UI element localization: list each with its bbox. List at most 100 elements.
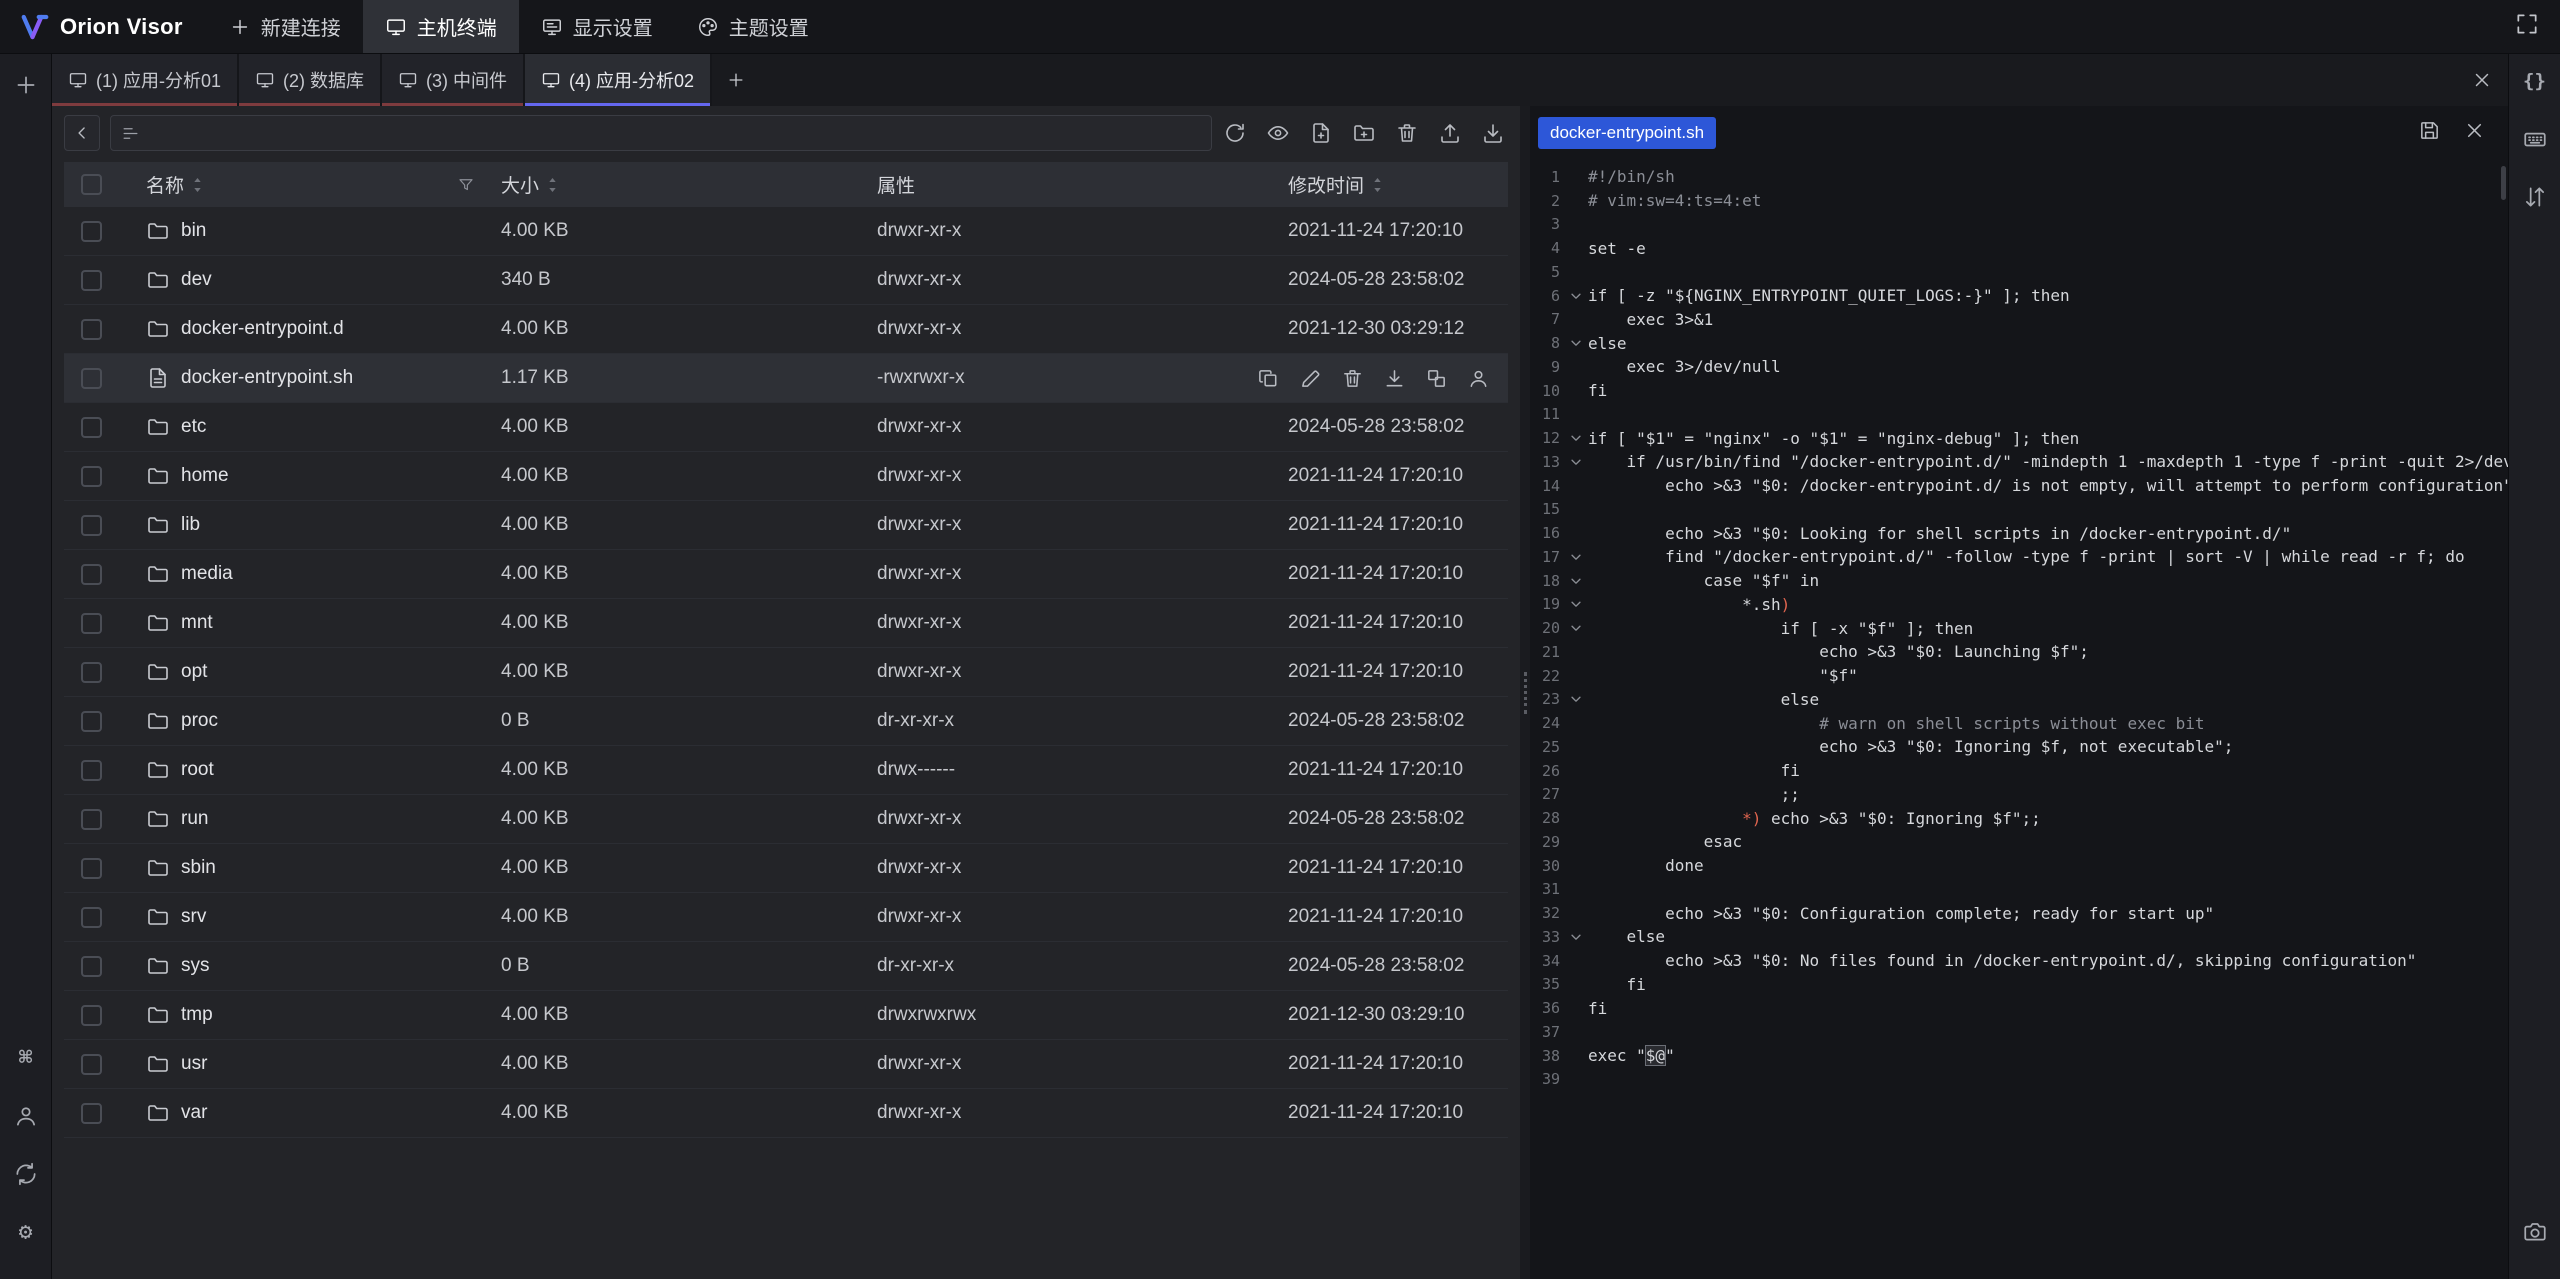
keyboard-button[interactable] (2518, 122, 2552, 156)
back-button[interactable] (64, 115, 100, 151)
fold-chevron-icon[interactable] (1564, 574, 1588, 588)
row-checkbox[interactable] (81, 368, 102, 389)
nav-item-host-terminal[interactable]: 主机终端 (363, 0, 519, 53)
move-button[interactable] (1424, 366, 1448, 390)
edit-button[interactable] (1298, 366, 1322, 390)
session-tab-1[interactable]: (1) 应用-分析01 (52, 54, 239, 106)
row-checkbox[interactable] (81, 907, 102, 928)
directory-list-icon[interactable] (121, 124, 140, 143)
table-row[interactable]: srv4.00 KBdrwxr-xr-x2021-11-24 17:20:10 (64, 893, 1508, 942)
column-header-time[interactable]: 修改时间 (1288, 171, 1508, 198)
new-file-button[interactable] (1308, 120, 1334, 146)
new-folder-button[interactable] (1351, 120, 1377, 146)
nav-item-theme-settings[interactable]: 主题设置 (675, 0, 831, 53)
download-button[interactable] (1480, 120, 1506, 146)
panel-splitter[interactable] (1520, 106, 1530, 1279)
refresh-button[interactable] (1222, 120, 1248, 146)
session-tab-3[interactable]: (3) 中间件 (382, 54, 525, 106)
row-checkbox[interactable] (81, 270, 102, 291)
fold-chevron-icon[interactable] (1564, 289, 1588, 303)
fullscreen-button[interactable] (2514, 11, 2540, 42)
column-header-size[interactable]: 大小 (501, 171, 877, 198)
preview-button[interactable] (1265, 120, 1291, 146)
path-input[interactable] (148, 123, 1201, 144)
session-tab-4[interactable]: (4) 应用-分析02 (525, 54, 712, 106)
table-row[interactable]: docker-entrypoint.sh1.17 KB-rwxrwxr-x (64, 354, 1508, 403)
close-editor-button[interactable] (2463, 119, 2486, 147)
table-row[interactable]: media4.00 KBdrwxr-xr-x2021-11-24 17:20:1… (64, 550, 1508, 599)
row-checkbox[interactable] (81, 417, 102, 438)
fold-chevron-icon[interactable] (1564, 336, 1588, 350)
fold-chevron-icon[interactable] (1564, 455, 1588, 469)
row-checkbox[interactable] (81, 956, 102, 977)
user-button[interactable] (9, 1099, 43, 1133)
download-button[interactable] (1382, 366, 1406, 390)
delete-button[interactable] (1340, 366, 1364, 390)
table-row[interactable]: home4.00 KBdrwxr-xr-x2021-11-24 17:20:10 (64, 452, 1508, 501)
select-all-checkbox[interactable] (81, 174, 102, 195)
nav-item-display-settings[interactable]: 显示设置 (519, 0, 675, 53)
sort-icon[interactable] (191, 175, 204, 195)
add-tab-button[interactable] (712, 54, 760, 106)
close-panel-button[interactable] (2456, 54, 2508, 106)
table-row[interactable]: opt4.00 KBdrwxr-xr-x2021-11-24 17:20:10 (64, 648, 1508, 697)
table-row[interactable]: root4.00 KBdrwx------2021-11-24 17:20:10 (64, 746, 1508, 795)
fold-chevron-icon[interactable] (1564, 550, 1588, 564)
nav-item-new-connection[interactable]: 新建连接 (207, 0, 363, 53)
screenshot-button[interactable] (2518, 1215, 2552, 1249)
table-row[interactable]: var4.00 KBdrwxr-xr-x2021-11-24 17:20:10 (64, 1089, 1508, 1138)
row-checkbox[interactable] (81, 466, 102, 487)
upload-button[interactable] (1437, 120, 1463, 146)
table-row[interactable]: dev340 Bdrwxr-xr-x2024-05-28 23:58:02 (64, 256, 1508, 305)
table-row[interactable]: etc4.00 KBdrwxr-xr-x2024-05-28 23:58:02 (64, 403, 1508, 452)
settings-button[interactable]: ⚙ (9, 1215, 43, 1249)
table-row[interactable]: run4.00 KBdrwxr-xr-x2024-05-28 23:58:02 (64, 795, 1508, 844)
row-checkbox[interactable] (81, 613, 102, 634)
new-session-button[interactable] (9, 68, 43, 102)
fold-chevron-icon[interactable] (1564, 431, 1588, 445)
row-checkbox[interactable] (81, 858, 102, 879)
row-checkbox[interactable] (81, 1103, 102, 1124)
save-button[interactable] (2418, 119, 2441, 147)
row-checkbox[interactable] (81, 760, 102, 781)
fold-chevron-icon[interactable] (1564, 692, 1588, 706)
table-row[interactable]: tmp4.00 KBdrwxrwxrwx2021-12-30 03:29:10 (64, 991, 1508, 1040)
row-checkbox[interactable] (81, 1005, 102, 1026)
table-row[interactable]: usr4.00 KBdrwxr-xr-x2021-11-24 17:20:10 (64, 1040, 1508, 1089)
sync-button[interactable] (9, 1157, 43, 1191)
table-row[interactable]: bin4.00 KBdrwxr-xr-x2021-11-24 17:20:10 (64, 207, 1508, 256)
row-checkbox[interactable] (81, 564, 102, 585)
brand[interactable]: Orion Visor (0, 0, 207, 53)
editor-file-tab[interactable]: docker-entrypoint.sh (1538, 117, 1716, 149)
row-checkbox[interactable] (81, 319, 102, 340)
session-tab-2[interactable]: (2) 数据库 (239, 54, 382, 106)
sort-icon[interactable] (1371, 175, 1384, 195)
row-checkbox[interactable] (81, 515, 102, 536)
fold-chevron-icon[interactable] (1564, 621, 1588, 635)
delete-button[interactable] (1394, 120, 1420, 146)
table-row[interactable]: sbin4.00 KBdrwxr-xr-x2021-11-24 17:20:10 (64, 844, 1508, 893)
permission-button[interactable] (1466, 366, 1490, 390)
sort-icon[interactable] (546, 175, 559, 195)
swap-vertical-button[interactable] (2518, 180, 2552, 214)
scrollbar-thumb[interactable] (2501, 166, 2506, 200)
command-button[interactable]: ⌘ (9, 1041, 43, 1075)
code-area[interactable]: 1#!/bin/sh2# vim:sw=4:ts=4:et34set -e56i… (1530, 160, 2508, 1279)
table-row[interactable]: mnt4.00 KBdrwxr-xr-x2021-11-24 17:20:10 (64, 599, 1508, 648)
column-header-name[interactable]: 名称 (146, 171, 501, 198)
table-row[interactable]: docker-entrypoint.d4.00 KBdrwxr-xr-x2021… (64, 305, 1508, 354)
table-row[interactable]: sys0 Bdr-xr-xr-x2024-05-28 23:58:02 (64, 942, 1508, 991)
row-checkbox[interactable] (81, 662, 102, 683)
table-row[interactable]: lib4.00 KBdrwxr-xr-x2021-11-24 17:20:10 (64, 501, 1508, 550)
row-checkbox[interactable] (81, 1054, 102, 1075)
copy-button[interactable] (1256, 366, 1280, 390)
row-checkbox[interactable] (81, 711, 102, 732)
row-checkbox[interactable] (81, 809, 102, 830)
row-checkbox[interactable] (81, 221, 102, 242)
line-number: 30 (1530, 857, 1564, 875)
fold-chevron-icon[interactable] (1564, 930, 1588, 944)
braces-button[interactable]: {} (2518, 64, 2552, 98)
table-row[interactable]: proc0 Bdr-xr-xr-x2024-05-28 23:58:02 (64, 697, 1508, 746)
filter-icon[interactable] (457, 176, 475, 194)
fold-chevron-icon[interactable] (1564, 597, 1588, 611)
